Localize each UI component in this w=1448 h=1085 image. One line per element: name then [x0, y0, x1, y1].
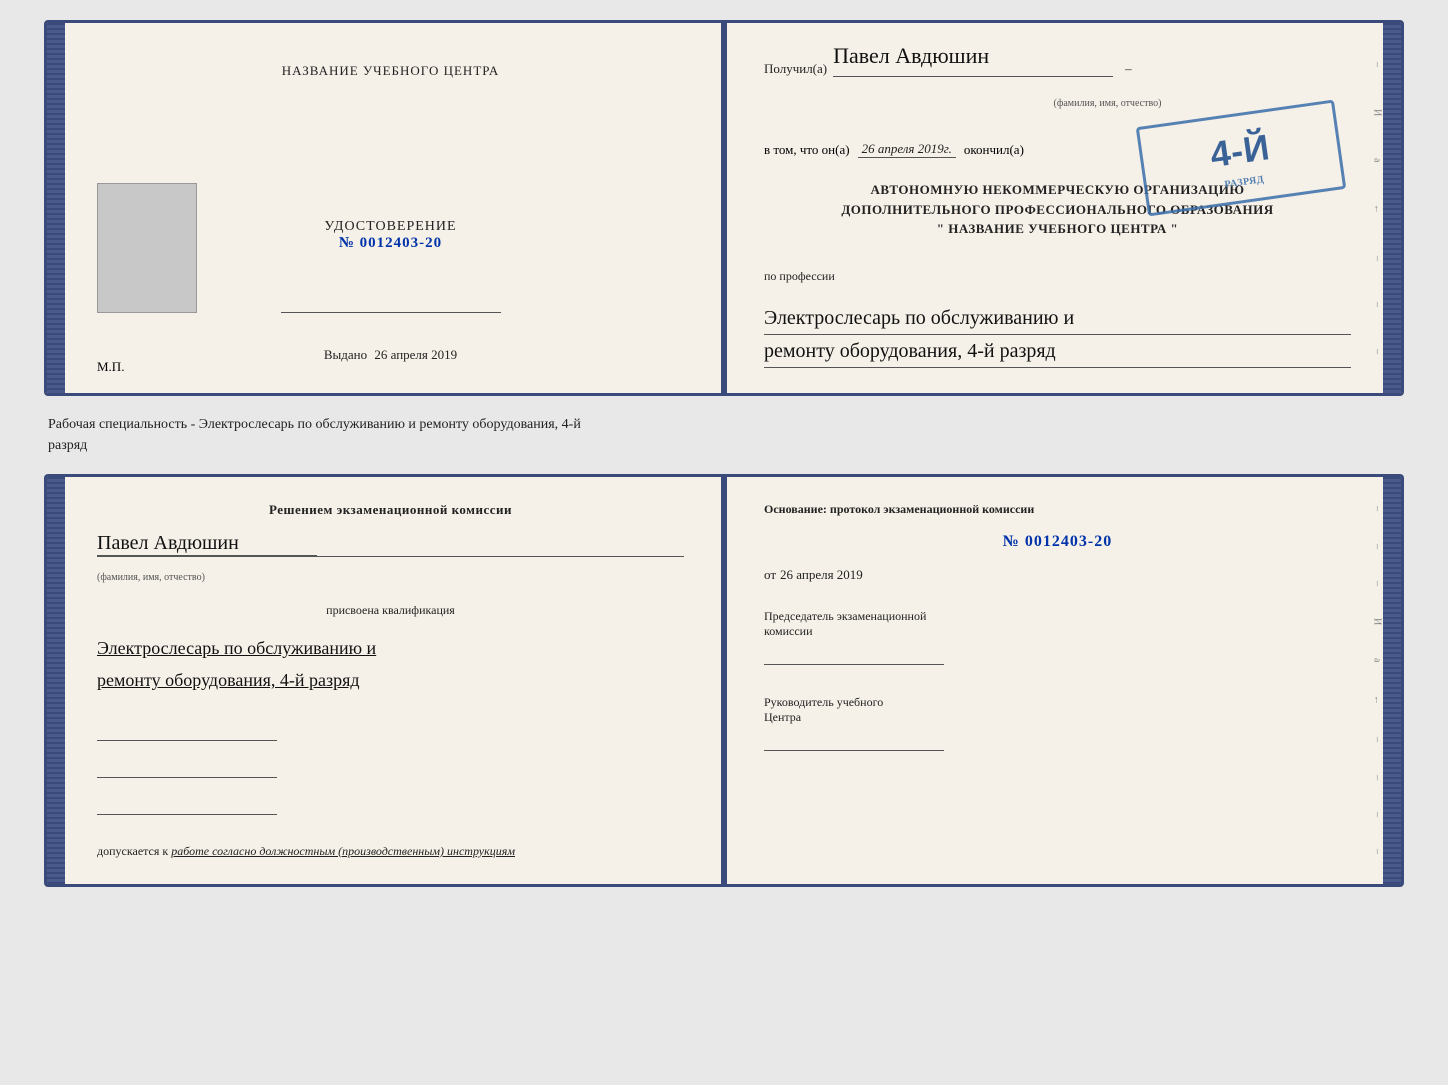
bottom-right-page: Основание: протокол экзаменационной коми…	[724, 477, 1401, 884]
rukov-sig	[764, 733, 944, 751]
po-professii-label: по профессии	[764, 269, 1351, 284]
chairman-line2: комиссии	[764, 624, 1351, 639]
qual-line2: ремонту оборудования, 4-й разряд	[97, 664, 684, 696]
vydano-date: 26 апреля 2019	[374, 347, 457, 362]
vtom-label: в том, что он(а)	[764, 142, 850, 158]
right-deco: – И а ← – – –	[1371, 23, 1383, 393]
bottom-left-page: Решением экзаменационной комиссии Павел …	[47, 477, 724, 884]
chairman-block: Председатель экзаменационной комиссии	[764, 609, 1351, 669]
chairman-sig	[764, 647, 944, 665]
cert-block: УДОСТОВЕРЕНИЕ № 0012403-20	[324, 219, 456, 252]
dopusk-value: работе согласно должностным (производств…	[171, 844, 515, 858]
prisvoena-label: присвоена квалификация	[97, 603, 684, 618]
spine-right-bottom	[1383, 477, 1401, 884]
ot-label: от	[764, 567, 776, 583]
poluchil-name: Павел Авдюшин	[833, 43, 989, 69]
protocol-number: № 0012403-20	[764, 533, 1351, 551]
top-left-page: НАЗВАНИЕ УЧЕБНОГО ЦЕНТРА УДОСТОВЕРЕНИЕ №…	[47, 23, 724, 393]
dopusk-label: допускается к	[97, 844, 168, 858]
org-line2: ДОПОЛНИТЕЛЬНОГО ПРОФЕССИОНАЛЬНОГО ОБРАЗО…	[764, 200, 1351, 220]
ot-date-row: от 26 апреля 2019	[764, 567, 1351, 583]
mp-label: М.П.	[97, 359, 124, 375]
qual-line1: Электрослесарь по обслуживанию и	[97, 632, 684, 664]
sep-line2: разряд	[48, 435, 1400, 456]
profession-line2: ремонту оборудования, 4-й разряд	[764, 335, 1351, 368]
bottom-fio-subtext: (фамилия, имя, отчество)	[97, 572, 205, 583]
cert-number: № 0012403-20	[324, 235, 456, 252]
top-certificate-book: НАЗВАНИЕ УЧЕБНОГО ЦЕНТРА УДОСТОВЕРЕНИЕ №…	[44, 20, 1404, 396]
top-right-page: 4-й разряд Получил(а) Павел Авдюшин – (ф…	[724, 23, 1401, 393]
school-name-title: НАЗВАНИЕ УЧЕБНОГО ЦЕНТРА	[282, 63, 499, 79]
sig-line-1	[97, 723, 277, 741]
rukov-line1: Руководитель учебного	[764, 695, 1351, 710]
profession-line1: Электрослесарь по обслуживанию и	[764, 302, 1351, 335]
fio-subtext: (фамилия, имя, отчество)	[1054, 98, 1162, 109]
vydano-label: Выдано	[324, 347, 367, 362]
org-line3: " НАЗВАНИЕ УЧЕБНОГО ЦЕНТРА "	[764, 219, 1351, 239]
dopusk-block: допускается к работе согласно должностны…	[97, 844, 684, 859]
rukov-block: Руководитель учебного Центра	[764, 695, 1351, 755]
chairman-line1: Председатель экзаменационной	[764, 609, 1351, 624]
poluchil-label: Получил(а)	[764, 61, 827, 77]
bottom-name: Павел Авдюшин	[97, 532, 317, 556]
sig-line-3	[97, 797, 277, 815]
osnov-text: Основание: протокол экзаменационной коми…	[764, 502, 1351, 517]
sep-line1: Рабочая специальность - Электрослесарь п…	[48, 414, 1400, 435]
bottom-certificate-book: Решением экзаменационной комиссии Павел …	[44, 474, 1404, 887]
spine-left-bottom	[47, 477, 65, 884]
poluchil-row: Получил(а) Павел Авдюшин –	[764, 48, 1351, 77]
vydano-line: Выдано 26 апреля 2019	[324, 347, 457, 363]
separator-text: Рабочая специальность - Электрослесарь п…	[44, 414, 1404, 456]
decision-title: Решением экзаменационной комиссии	[97, 502, 684, 518]
stamp-big-text: 4-й	[1207, 122, 1273, 180]
vtom-date: 26 апреля 2019г.	[858, 141, 956, 158]
okonchil-label: окончил(а)	[964, 142, 1024, 158]
spine-right	[1383, 23, 1401, 393]
rukov-line2: Центра	[764, 710, 1351, 725]
sig-line-2	[97, 760, 277, 778]
ot-date: 26 апреля 2019	[780, 567, 863, 583]
photo-placeholder	[97, 183, 197, 313]
bottom-right-deco: – – – И а ← – – – –	[1371, 477, 1383, 884]
cert-label: УДОСТОВЕРЕНИЕ	[324, 219, 456, 235]
